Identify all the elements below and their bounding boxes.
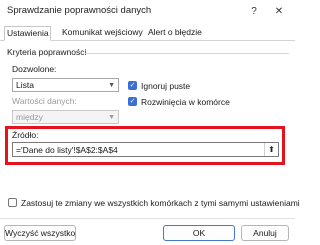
- close-icon: ✕: [274, 5, 284, 17]
- cancel-button[interactable]: Anuluj: [241, 225, 289, 241]
- chevron-down-icon: ▼: [108, 114, 115, 121]
- check-icon: ✓: [129, 82, 136, 89]
- tab-error-alert[interactable]: Alert o błędzie: [146, 26, 204, 41]
- chevron-down-icon: ▼: [108, 82, 115, 89]
- clear-all-button[interactable]: Wyczyść wszystko: [4, 225, 76, 241]
- source-highlight-box: [5, 126, 285, 165]
- in-cell-dropdown-checkbox[interactable]: ✓: [128, 97, 137, 106]
- allow-select[interactable]: Lista ▼: [12, 78, 119, 92]
- ignore-blank-label: Ignoruj puste: [141, 81, 191, 91]
- close-button[interactable]: ✕: [271, 3, 287, 19]
- allow-select-value: Lista: [16, 80, 34, 90]
- data-label: Wartości danych:: [12, 96, 77, 106]
- help-icon: ?: [251, 5, 257, 17]
- criteria-group-label: Kryteria poprawności: [7, 47, 87, 57]
- footer-divider: [0, 218, 295, 219]
- data-select-value: między: [16, 112, 43, 122]
- ignore-blank-checkbox[interactable]: ✓: [128, 81, 137, 90]
- ok-button[interactable]: OK: [163, 225, 235, 241]
- apply-all-label: Zastosuj te zmiany we wszystkich komórka…: [21, 198, 300, 208]
- check-icon: ✓: [129, 98, 136, 105]
- help-button[interactable]: ?: [246, 3, 262, 19]
- in-cell-dropdown-label: Rozwinięcia w komórce: [141, 97, 230, 107]
- window-title: Sprawdzanie poprawności danych: [7, 5, 152, 16]
- tab-input-message[interactable]: Komunikat wejściowy: [60, 26, 145, 41]
- allow-label: Dozwolone:: [12, 64, 57, 74]
- apply-all-checkbox[interactable]: [8, 198, 17, 207]
- criteria-group-divider: [85, 53, 289, 54]
- tab-settings[interactable]: Ustawienia: [4, 26, 51, 41]
- data-select[interactable]: między ▼: [12, 110, 119, 124]
